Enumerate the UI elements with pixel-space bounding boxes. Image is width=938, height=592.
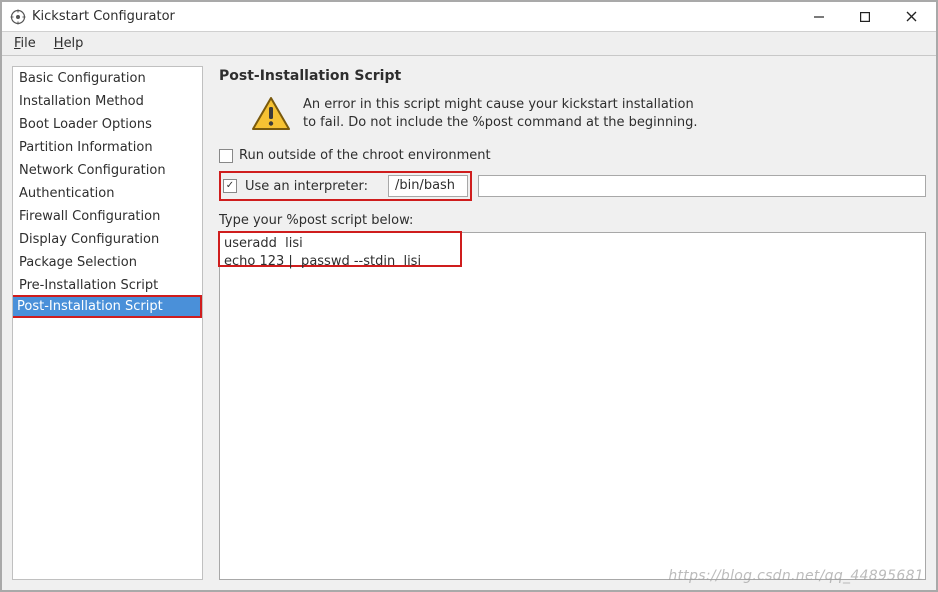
sidebar-item-network-config[interactable]: Network Configuration	[13, 159, 202, 182]
titlebar: Kickstart Configurator	[2, 2, 936, 32]
sidebar-item-pre-install-script[interactable]: Pre-Installation Script	[13, 274, 202, 297]
interpreter-field[interactable]: /bin/bash	[388, 175, 468, 197]
chroot-label: Run outside of the chroot environment	[239, 148, 491, 163]
warning-icon	[251, 96, 291, 132]
workspace: Basic Configuration Installation Method …	[2, 56, 936, 590]
menu-file[interactable]: File	[8, 34, 42, 53]
sidebar-item-basic-config[interactable]: Basic Configuration	[13, 67, 202, 90]
menubar: File Help	[2, 32, 936, 56]
interpreter-checkbox[interactable]	[223, 179, 237, 193]
sidebar-item-authentication[interactable]: Authentication	[13, 182, 202, 205]
script-textarea-label: Type your %post script below:	[219, 213, 926, 228]
sidebar-item-firewall-config[interactable]: Firewall Configuration	[13, 205, 202, 228]
warning-row: An error in this script might cause your…	[251, 96, 926, 132]
warning-text: An error in this script might cause your…	[303, 96, 698, 131]
minimize-button[interactable]	[796, 3, 842, 31]
sidebar-item-post-install-script[interactable]: Post-Installation Script	[12, 295, 202, 318]
sidebar-item-installation-method[interactable]: Installation Method	[13, 90, 202, 113]
sidebar-item-partition-info[interactable]: Partition Information	[13, 136, 202, 159]
app-icon	[10, 9, 26, 25]
main-panel: Post-Installation Script An error in thi…	[203, 66, 926, 580]
page-title: Post-Installation Script	[219, 66, 926, 84]
sidebar-item-boot-loader[interactable]: Boot Loader Options	[13, 113, 202, 136]
interpreter-row: Use an interpreter: /bin/bash	[219, 171, 926, 201]
sidebar: Basic Configuration Installation Method …	[12, 66, 203, 580]
window-title: Kickstart Configurator	[32, 9, 796, 24]
menu-help[interactable]: Help	[48, 34, 90, 53]
maximize-button[interactable]	[842, 3, 888, 31]
post-script-content: useradd lisi echo 123 | passwd --stdin l…	[224, 235, 921, 270]
post-script-textarea[interactable]: useradd lisi echo 123 | passwd --stdin l…	[219, 232, 926, 580]
interpreter-field-extension[interactable]	[478, 175, 926, 197]
interpreter-label: Use an interpreter:	[245, 179, 368, 194]
sidebar-item-package-selection[interactable]: Package Selection	[13, 251, 202, 274]
chroot-checkbox[interactable]	[219, 149, 233, 163]
chroot-row: Run outside of the chroot environment	[219, 148, 926, 163]
close-button[interactable]	[888, 3, 934, 31]
sidebar-item-display-config[interactable]: Display Configuration	[13, 228, 202, 251]
